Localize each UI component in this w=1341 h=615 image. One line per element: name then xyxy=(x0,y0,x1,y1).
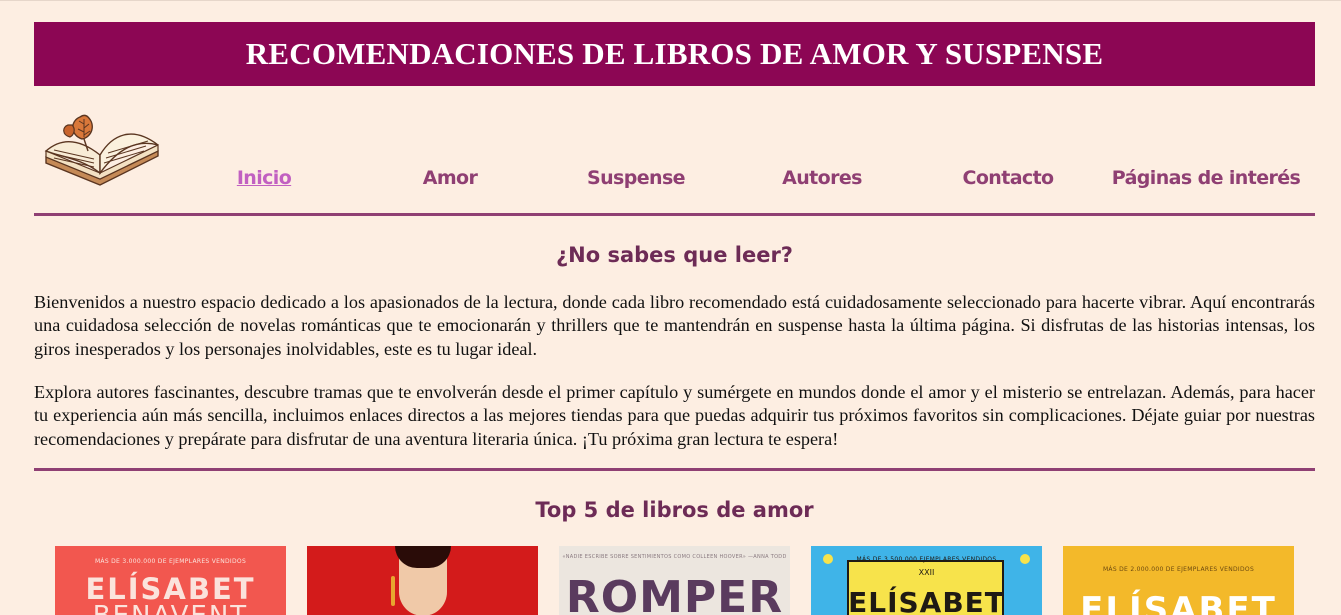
site-title: RECOMENDACIONES DE LIBROS DE AMOR Y SUSP… xyxy=(245,36,1104,71)
top-love-heading: Top 5 de libros de amor xyxy=(535,498,814,522)
book-cover-4[interactable]: MÁS DE 3.500.000 EJEMPLARES VENDIDOS XXI… xyxy=(811,546,1042,615)
book-cover-title: ELÍSABET xyxy=(1080,590,1277,615)
book-cover-3[interactable]: «NADIE ESCRIBE SOBRE SENTIMIENTOS COMO C… xyxy=(559,546,790,615)
book-cover-subtitle: XXII xyxy=(918,568,935,577)
book-cover-title: ELÍSABET xyxy=(848,586,1005,615)
main-nav: Inicio Amor Suspense Autores Contacto Pá… xyxy=(0,167,1341,197)
book-cover-title: ROMPER xyxy=(565,572,784,615)
book-cover-2[interactable] xyxy=(307,546,538,615)
intro-paragraph-1: Bienvenidos a nuestro espacio dedicado a… xyxy=(34,292,1315,359)
book-cover-tag: MÁS DE 3.500.000 EJEMPLARES VENDIDOS xyxy=(856,556,997,563)
book-cover-1[interactable]: MÁS DE 3.000.000 DE EJEMPLARES VENDIDOS … xyxy=(55,546,286,615)
top-love-book-list: MÁS DE 3.000.000 DE EJEMPLARES VENDIDOS … xyxy=(0,546,1341,615)
book-cover-tag: MÁS DE 2.000.000 DE EJEMPLARES VENDIDOS xyxy=(1102,566,1255,573)
book-cover-tag: MÁS DE 3.000.000 DE EJEMPLARES VENDIDOS xyxy=(94,558,247,565)
nav-link-paginas-de-interes[interactable]: Páginas de interés xyxy=(1112,167,1301,189)
nav-divider xyxy=(34,213,1315,216)
book-cover-tag: «NADIE ESCRIBE SOBRE SENTIMIENTOS COMO C… xyxy=(562,554,787,560)
nav-link-autores[interactable]: Autores xyxy=(782,167,862,189)
nav-link-suspense[interactable]: Suspense xyxy=(587,167,686,189)
page: RECOMENDACIONES DE LIBROS DE AMOR Y SUSP… xyxy=(0,0,1341,615)
nav-link-amor[interactable]: Amor xyxy=(423,167,478,189)
nav-link-contacto[interactable]: Contacto xyxy=(962,167,1054,189)
book-cover-earring xyxy=(391,576,395,606)
site-title-banner: RECOMENDACIONES DE LIBROS DE AMOR Y SUSP… xyxy=(34,22,1315,86)
section-divider xyxy=(34,468,1315,471)
intro-paragraph-2: Explora autores fascinantes, descubre tr… xyxy=(34,382,1315,449)
intro-heading: ¿No sabes que leer? xyxy=(555,243,793,267)
book-cover-subtitle: BENAVENT xyxy=(55,601,286,615)
nav-link-inicio[interactable]: Inicio xyxy=(237,167,292,189)
book-cover-5[interactable]: MÁS DE 2.000.000 DE EJEMPLARES VENDIDOS … xyxy=(1063,546,1294,615)
